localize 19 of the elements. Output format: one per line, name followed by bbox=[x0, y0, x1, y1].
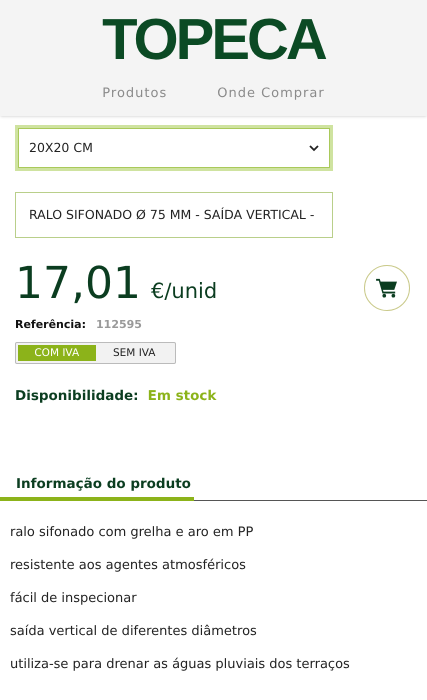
availability-value: Em stock bbox=[148, 386, 216, 406]
feature-text: ralo sifonado com grelha e aro em PP bbox=[10, 524, 254, 542]
feature-text: fácil de inspecionar bbox=[10, 590, 138, 608]
price-unit: €/unid bbox=[150, 278, 218, 305]
cart-icon bbox=[376, 278, 398, 298]
feature-text: utiliza-se para drenar as águas pluviais dos terraços bbox=[10, 656, 351, 674]
feature-text: saída vertical de diferentes diâmetros bbox=[10, 623, 258, 641]
info-tab[interactable]: Informação do produto bbox=[0, 474, 194, 501]
feature-text: resistente aos agentes atmosféricos bbox=[10, 557, 247, 575]
logo[interactable]: TOPECA bbox=[102, 10, 325, 70]
select-field[interactable]: 20X20 CM bbox=[15, 125, 333, 171]
chevron-down-icon bbox=[309, 144, 319, 152]
toggle-option[interactable]: SEM IVA bbox=[96, 344, 173, 360]
reference-value: 112595 bbox=[96, 317, 142, 333]
reference-label: Referência: bbox=[15, 317, 86, 333]
price-amount: 17,01 bbox=[15, 258, 141, 310]
availability-label: Disponibilidade: bbox=[15, 386, 139, 406]
add-to-cart-button[interactable] bbox=[364, 265, 410, 311]
select-field[interactable]: RALO SIFONADO Ø 75 MM - SAÍDA VERTICAL - bbox=[15, 192, 333, 238]
